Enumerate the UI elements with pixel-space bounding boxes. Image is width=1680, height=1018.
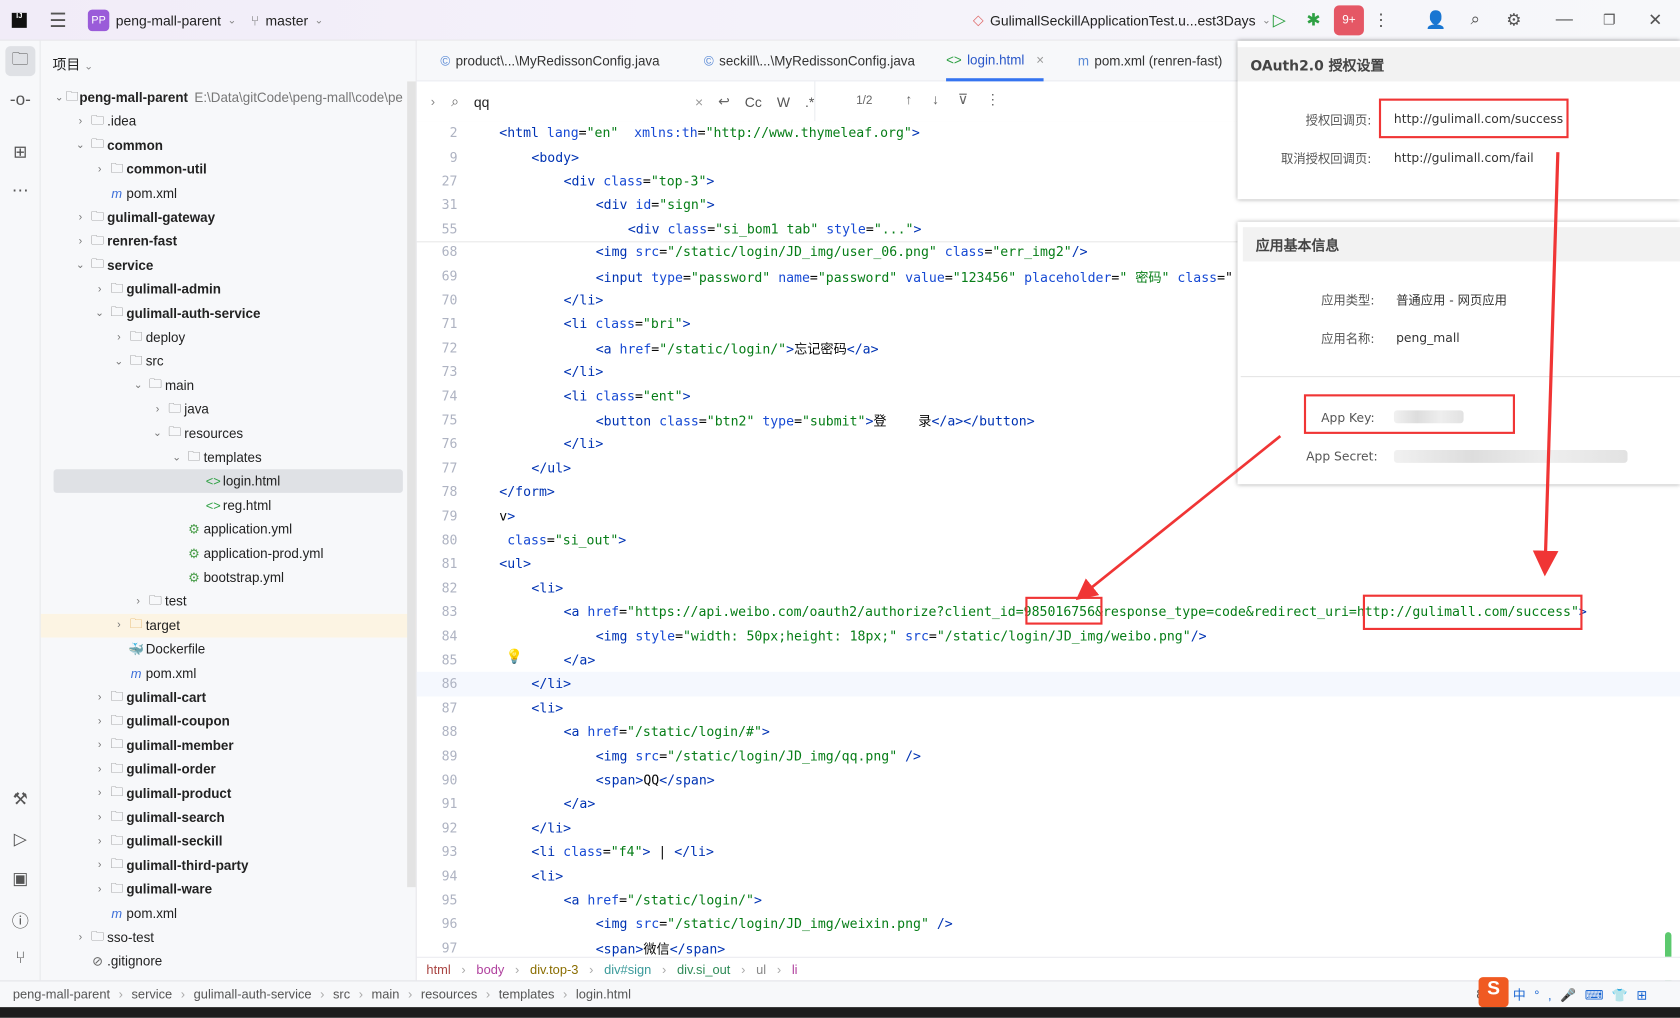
arrow-callback-to-redirect-uri <box>1532 152 1560 577</box>
annotation-arrows <box>1075 152 1560 601</box>
arrow-app-key-to-client-id <box>1075 435 1282 601</box>
ide-window: IJ ☰ PP peng-mall-parent ⌄ ⑂ master ⌄ ◇ Gulim… <box>0 0 1680 1018</box>
